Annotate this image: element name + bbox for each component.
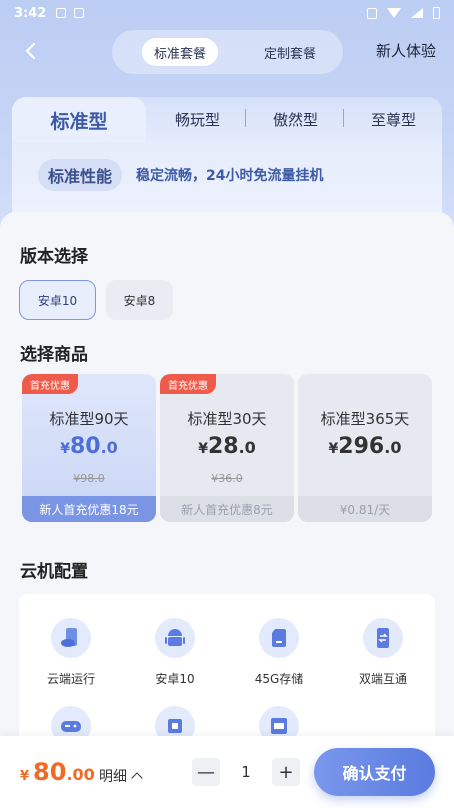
original-price: ¥98.0 xyxy=(73,472,105,485)
config-label: 云端运行 xyxy=(46,672,95,686)
price-integer: 80 xyxy=(69,434,101,459)
price-decimal: .0 xyxy=(384,438,402,457)
product-name: 标准型90天 xyxy=(49,410,129,428)
tab-standard[interactable]: 标准型 xyxy=(12,97,146,143)
total-integer: 80 xyxy=(33,758,67,786)
promo-tag: 首充优惠 xyxy=(22,374,78,394)
currency-symbol: ¥ xyxy=(198,441,208,457)
tab-divider xyxy=(343,109,344,127)
new-user-trial-link[interactable]: 新人体验 xyxy=(376,40,436,61)
confirm-pay-button[interactable]: 确认支付 xyxy=(314,748,435,796)
tab-supreme[interactable]: 至尊型 xyxy=(371,107,416,131)
chevron-up-icon xyxy=(131,772,143,784)
product-price: ¥296.0 xyxy=(298,434,432,459)
detail-toggle[interactable]: 明细 xyxy=(99,766,143,786)
package-segment: 标准套餐 定制套餐 xyxy=(112,30,343,74)
product-price: ¥28.0 xyxy=(160,434,294,459)
config-item: 云端运行 xyxy=(19,618,123,687)
original-price: ¥36.0 xyxy=(211,472,243,485)
config-item: 45G存储 xyxy=(227,618,331,687)
type-card: 标准型 畅玩型 傲然型 至尊型 标准性能 稳定流畅，24小时免流量挂机 xyxy=(12,97,442,227)
version-option-android10[interactable]: 安卓10 xyxy=(19,280,96,320)
battery-icon xyxy=(433,7,440,19)
quantity-stepper: — 1 + xyxy=(192,758,300,786)
config-label: 45G存储 xyxy=(254,672,304,686)
product-card[interactable]: 标准型365天 ¥296.0 ¥0.81/天 xyxy=(298,374,432,522)
price-integer: 296 xyxy=(338,434,385,459)
product-footer: 新人首充优惠18元 xyxy=(22,496,156,522)
performance-row: 标准性能 稳定流畅，24小时免流量挂机 xyxy=(38,159,324,191)
price-integer: 28 xyxy=(207,434,239,459)
back-button[interactable] xyxy=(20,40,42,62)
total-price: ¥80.00 xyxy=(20,758,95,786)
android-icon xyxy=(155,618,195,658)
currency-symbol: ¥ xyxy=(20,769,30,784)
notification-icon xyxy=(74,8,85,18)
config-section-title: 云机配置 xyxy=(20,562,88,582)
status-bar: 3:42 xyxy=(0,0,454,26)
tab-play[interactable]: 畅玩型 xyxy=(175,107,220,131)
vibrate-icon xyxy=(367,7,377,19)
chevron-left-icon xyxy=(25,42,36,60)
config-item: 双端互通 xyxy=(331,618,435,687)
signal-icon xyxy=(411,8,423,18)
segment-standard-package[interactable]: 标准套餐 xyxy=(142,38,219,66)
version-option-android8[interactable]: 安卓8 xyxy=(106,280,173,320)
price-decimal: .0 xyxy=(100,438,118,457)
performance-badge: 标准性能 xyxy=(38,159,123,191)
detail-label: 明细 xyxy=(99,769,127,785)
config-item: 安卓10 xyxy=(123,618,227,687)
config-label: 双端互通 xyxy=(358,672,407,686)
total-decimal: .00 xyxy=(66,765,95,784)
wifi-icon xyxy=(387,8,401,18)
product-card[interactable]: 首充优惠 标准型30天 ¥28.0 ¥36.0 新人首充优惠8元 xyxy=(160,374,294,522)
product-footer: 新人首充优惠8元 xyxy=(160,496,294,522)
status-time: 3:42 xyxy=(14,5,47,21)
currency-symbol: ¥ xyxy=(328,441,339,457)
product-footer: ¥0.81/天 xyxy=(298,496,432,522)
price-decimal: .0 xyxy=(238,438,256,457)
decrement-button[interactable]: — xyxy=(192,758,220,786)
currency-symbol: ¥ xyxy=(60,441,70,457)
tab-divider xyxy=(245,109,246,127)
version-section-title: 版本选择 xyxy=(20,247,88,267)
product-price: ¥80.0 xyxy=(22,434,156,459)
top-nav: 标准套餐 定制套餐 新人体验 xyxy=(0,28,454,74)
increment-button[interactable]: + xyxy=(272,758,300,786)
shield-icon xyxy=(56,8,67,18)
tab-proud[interactable]: 傲然型 xyxy=(273,107,318,131)
product-name: 标准型30天 xyxy=(187,410,267,428)
product-name: 标准型365天 xyxy=(320,410,410,428)
quantity-value[interactable]: 1 xyxy=(220,763,272,781)
promo-tag: 首充优惠 xyxy=(160,374,216,394)
checkout-bar: ¥80.00 明细 — 1 + 确认支付 xyxy=(0,736,454,808)
segment-custom-package[interactable]: 定制套餐 xyxy=(252,38,328,66)
cloud-phone-icon xyxy=(51,618,91,658)
performance-description: 稳定流畅，24小时免流量挂机 xyxy=(136,168,324,184)
product-card[interactable]: 首充优惠 标准型90天 ¥80.0 ¥98.0 新人首充优惠18元 xyxy=(22,374,156,522)
sd-card-icon xyxy=(259,618,299,658)
main-sheet: 版本选择 安卓10 安卓8 选择商品 首充优惠 标准型90天 ¥80.0 ¥98… xyxy=(0,212,454,764)
config-label: 安卓10 xyxy=(155,672,195,686)
sync-phone-icon xyxy=(363,618,403,658)
product-section-title: 选择商品 xyxy=(20,345,88,365)
